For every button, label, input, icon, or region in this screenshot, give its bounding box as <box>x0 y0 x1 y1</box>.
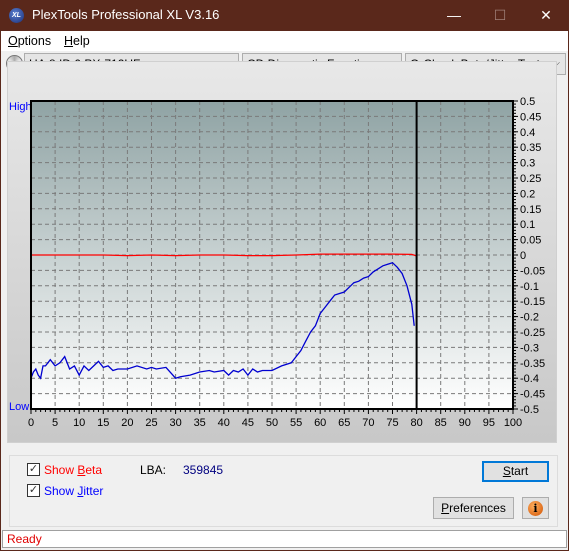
y-tick-label: -0.5 <box>520 404 539 416</box>
y-tick-label: -0.25 <box>520 327 545 339</box>
x-tick-label: 15 <box>97 417 109 429</box>
x-tick-label: 10 <box>73 417 85 429</box>
y-tick-label: 0.45 <box>520 111 541 123</box>
x-tick-label: 0 <box>28 417 34 429</box>
x-tick-label: 95 <box>483 417 495 429</box>
show-beta-checkbox[interactable]: ✓ <box>27 463 40 476</box>
x-tick-label: 45 <box>242 417 254 429</box>
x-tick-label: 5 <box>52 417 58 429</box>
y-tick-label: 0.25 <box>520 173 541 185</box>
x-tick-label: 90 <box>459 417 471 429</box>
preferences-button[interactable]: Preferences <box>433 497 514 519</box>
lba-value: 359845 <box>183 463 224 477</box>
y-tick-label: -0.4 <box>520 373 539 385</box>
y-tick-label: 0 <box>520 250 526 262</box>
start-button[interactable]: Start <box>482 461 549 482</box>
x-tick-label: 30 <box>169 417 181 429</box>
info-icon: i <box>528 501 543 516</box>
y-tick-label: -0.45 <box>520 389 545 401</box>
y-tick-label: 0.2 <box>520 188 535 200</box>
status-bar: Ready <box>2 530 567 548</box>
x-tick-label: 50 <box>266 417 278 429</box>
x-tick-label: 100 <box>504 417 522 429</box>
y-tick-label: 0.15 <box>520 204 541 216</box>
y-tick-label: -0.35 <box>520 358 545 370</box>
y-tick-label: -0.2 <box>520 312 539 324</box>
x-tick-label: 55 <box>290 417 302 429</box>
x-tick-label: 35 <box>194 417 206 429</box>
x-tick-label: 70 <box>362 417 374 429</box>
x-tick-label: 75 <box>386 417 398 429</box>
y-tick-label: 0.4 <box>520 127 535 139</box>
x-tick-label: 80 <box>410 417 422 429</box>
x-tick-label: 40 <box>218 417 230 429</box>
app-window: XL PlexTools Professional XL V3.16 — ☐ ✕… <box>0 0 569 551</box>
x-tick-label: 25 <box>145 417 157 429</box>
info-button[interactable]: i <box>522 497 549 519</box>
x-tick-label: 20 <box>121 417 133 429</box>
y-tick-label: 0.5 <box>520 96 535 108</box>
show-beta-label[interactable]: Show Beta <box>44 463 102 477</box>
show-jitter-label[interactable]: Show Jitter <box>44 484 103 498</box>
lba-label: LBA: <box>140 463 167 477</box>
y-tick-label: 0.1 <box>520 219 535 231</box>
x-tick-label: 65 <box>338 417 350 429</box>
y-tick-label: -0.05 <box>520 265 545 277</box>
show-jitter-checkbox[interactable]: ✓ <box>27 484 40 497</box>
x-tick-label: 60 <box>314 417 326 429</box>
y-tick-label: 0.05 <box>520 235 541 247</box>
y-tick-label: 0.3 <box>520 158 535 170</box>
y-tick-label: -0.3 <box>520 342 539 354</box>
y-tick-label: -0.15 <box>520 296 545 308</box>
beta-jitter-chart: 0 5 10 15 20 25 30 35 40 45 50 55 60 65 70 75 80 85 90 95 10… <box>28 96 545 429</box>
y-tick-label: -0.1 <box>520 281 539 293</box>
y-tick-label: 0.35 <box>520 142 541 154</box>
x-tick-label: 85 <box>435 417 447 429</box>
